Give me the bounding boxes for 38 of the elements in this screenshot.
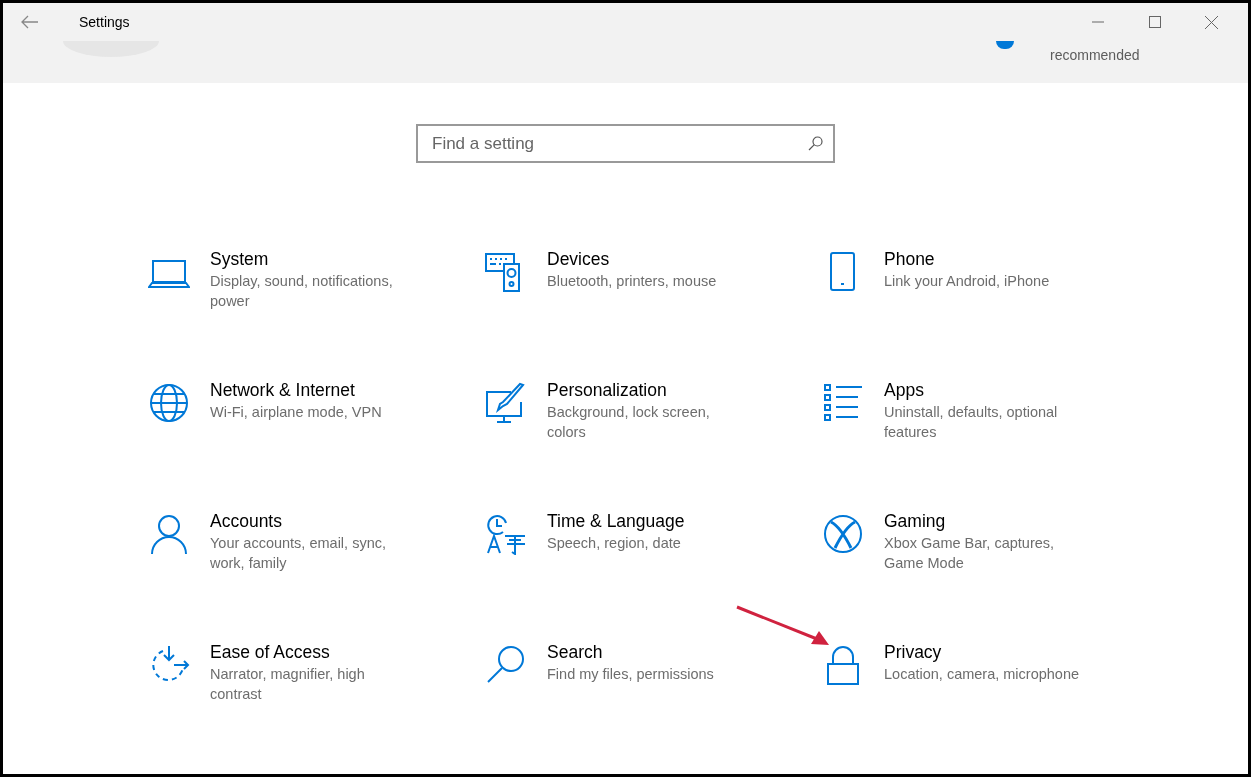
- xbox-logo-icon: [822, 513, 864, 555]
- category-description: Uninstall, defaults, optional features: [884, 403, 1059, 442]
- minimize-icon: [1091, 21, 1104, 23]
- person-icon: [148, 513, 190, 555]
- category-title[interactable]: System: [210, 247, 415, 271]
- category-description: Speech, region, date: [547, 534, 682, 553]
- list-icon: [822, 382, 864, 424]
- close-icon: [1205, 15, 1218, 29]
- category-description: Find my files, permissions: [547, 665, 714, 684]
- category-description: Wi-Fi, airplane mode, VPN: [210, 403, 382, 422]
- globe-icon: [148, 382, 190, 424]
- category-title[interactable]: Privacy: [884, 640, 1080, 664]
- search-field[interactable]: Find a setting: [416, 124, 835, 163]
- monitor-brush-icon: [485, 382, 527, 424]
- search-icon: [808, 136, 823, 151]
- category-description: Display, sound, notifications, power: [210, 272, 394, 311]
- back-arrow-icon: [21, 15, 39, 29]
- category-title[interactable]: Ease of Access: [210, 640, 415, 664]
- category-title[interactable]: Accounts: [210, 509, 415, 533]
- category-title[interactable]: Personalization: [547, 378, 752, 402]
- category-description: Xbox Game Bar, captures, Game Mode: [884, 534, 1056, 573]
- category-title[interactable]: Devices: [547, 247, 717, 271]
- category-description: Link your Android, iPhone: [884, 272, 1050, 291]
- category-title[interactable]: Network & Internet: [210, 378, 382, 402]
- category-title[interactable]: Time & Language: [547, 509, 685, 533]
- category-title[interactable]: Phone: [884, 247, 1050, 271]
- maximize-icon: [1148, 16, 1161, 28]
- category-description: Your accounts, email, sync, work, family: [210, 534, 387, 573]
- status-text: recommended: [1050, 46, 1140, 65]
- category-title[interactable]: Search: [547, 640, 714, 664]
- category-description: Background, lock screen, colors: [547, 403, 711, 442]
- category-description: Narrator, magnifier, high contrast: [210, 665, 366, 704]
- category-description: Bluetooth, printers, mouse: [547, 272, 717, 291]
- category-title[interactable]: Gaming: [884, 509, 1089, 533]
- clock-letter-icon: [485, 513, 527, 555]
- category-title[interactable]: Apps: [884, 378, 1089, 402]
- category-description: Location, camera, microphone: [884, 665, 1080, 684]
- window-title: Settings: [79, 12, 130, 32]
